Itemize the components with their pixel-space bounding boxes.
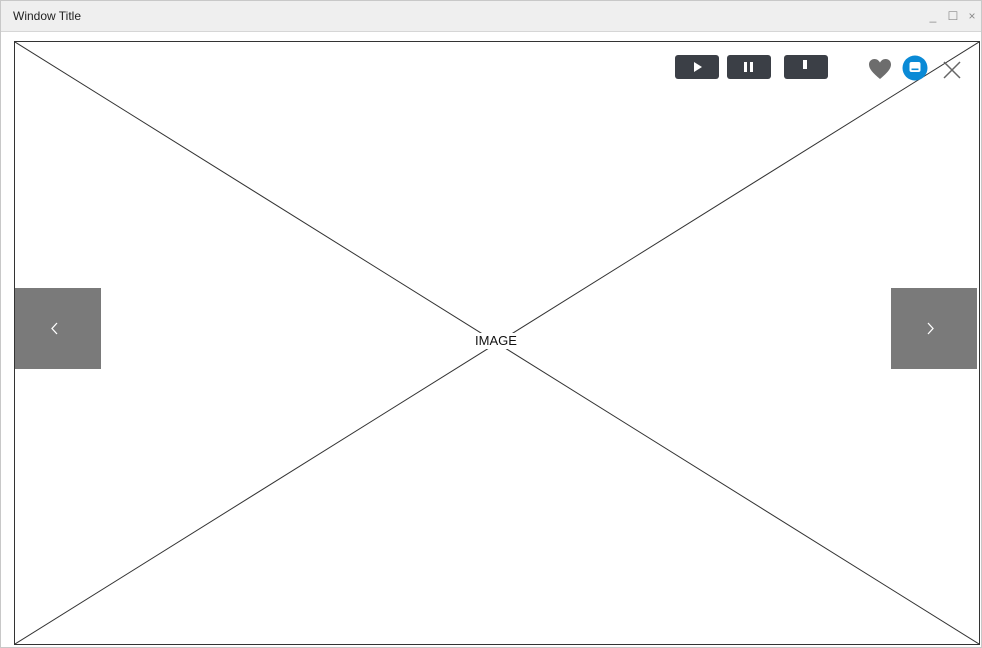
play-button[interactable] xyxy=(675,55,719,79)
heart-icon[interactable] xyxy=(868,58,892,80)
pause-icon xyxy=(744,62,753,72)
minimize-button[interactable]: _ xyxy=(925,8,941,24)
window-title: Window Title xyxy=(13,9,82,23)
image-placeholder: IMAGE xyxy=(14,41,980,645)
maximize-button[interactable]: ☐ xyxy=(945,8,961,24)
previous-button[interactable] xyxy=(15,288,101,369)
play-icon xyxy=(694,62,702,72)
image-placeholder-label: IMAGE xyxy=(471,333,521,349)
next-button[interactable] xyxy=(891,288,977,369)
stop-button[interactable] xyxy=(784,55,828,79)
stop-icon xyxy=(803,60,807,69)
close-icon[interactable] xyxy=(941,59,963,81)
title-bar[interactable]: Window Title _ ☐ × xyxy=(1,1,981,32)
pause-button[interactable] xyxy=(727,55,771,79)
window-close-button[interactable]: × xyxy=(964,8,980,24)
chevron-right-icon xyxy=(927,322,934,335)
chevron-left-icon xyxy=(51,322,58,335)
chat-icon[interactable] xyxy=(902,55,928,81)
